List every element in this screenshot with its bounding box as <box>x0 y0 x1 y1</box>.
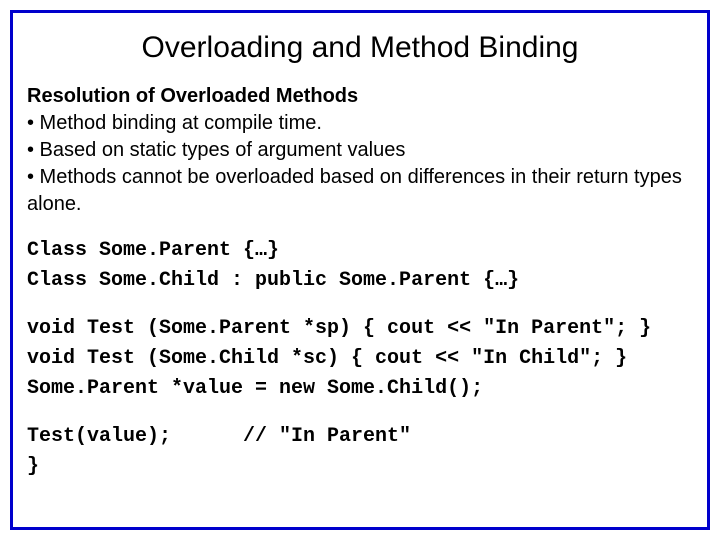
code-line: } <box>27 452 693 482</box>
bullet-item: • Methods cannot be overloaded based on … <box>27 164 693 218</box>
code-line: void Test (Some.Child *sc) { cout << "In… <box>27 344 693 374</box>
code-line: void Test (Some.Parent *sp) { cout << "I… <box>27 314 693 344</box>
spacer <box>27 218 693 236</box>
code-line: Class Some.Parent {…} <box>27 236 693 266</box>
slide-title: Overloading and Method Binding <box>27 31 693 65</box>
bullet-item: • Method binding at compile time. <box>27 110 693 137</box>
spacer <box>27 404 693 422</box>
code-line: Test(value); // "In Parent" <box>27 422 693 452</box>
code-line: Class Some.Child : public Some.Parent {…… <box>27 266 693 296</box>
code-line: Some.Parent *value = new Some.Child(); <box>27 374 693 404</box>
bullet-item: • Based on static types of argument valu… <box>27 137 693 164</box>
section-subheading: Resolution of Overloaded Methods <box>27 83 693 110</box>
spacer <box>27 296 693 314</box>
slide-frame: Overloading and Method Binding Resolutio… <box>10 10 710 530</box>
